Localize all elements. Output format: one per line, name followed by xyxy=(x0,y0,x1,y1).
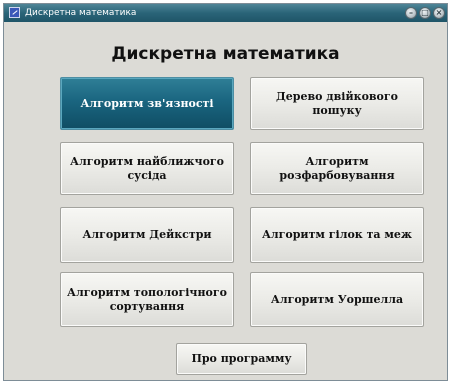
app-icon xyxy=(9,7,20,18)
branch-and-bound-algorithm-button[interactable]: Алгоритм гілок та меж xyxy=(250,207,424,263)
maximize-icon[interactable]: □ xyxy=(419,7,431,19)
page-title: Дискретна математика xyxy=(111,44,340,64)
dijkstra-algorithm-button[interactable]: Алгоритм Дейкстри xyxy=(60,207,234,263)
title-bar[interactable]: Дискретна математика – □ × xyxy=(4,4,447,22)
nearest-neighbor-algorithm-button[interactable]: Алгоритм найближчого сусіда xyxy=(60,142,234,195)
warshall-algorithm-button[interactable]: Алгоритм Уоршелла xyxy=(250,272,424,327)
about-program-button[interactable]: Про программу xyxy=(176,343,307,375)
coloring-algorithm-button[interactable]: Алгоритм розфарбовування xyxy=(250,142,424,195)
binary-search-tree-button[interactable]: Дерево двійкового пошуку xyxy=(250,77,424,130)
close-icon[interactable]: × xyxy=(433,7,445,19)
connectivity-algorithm-button[interactable]: Алгоритм зв'язності xyxy=(60,77,234,130)
topological-sort-algorithm-button[interactable]: Алгоритм топологічного сортування xyxy=(60,272,234,327)
minimize-icon[interactable]: – xyxy=(405,7,417,19)
app-window: Дискретна математика – □ × Дискретна мат… xyxy=(3,3,448,381)
window-title: Дискретна математика xyxy=(25,8,137,18)
